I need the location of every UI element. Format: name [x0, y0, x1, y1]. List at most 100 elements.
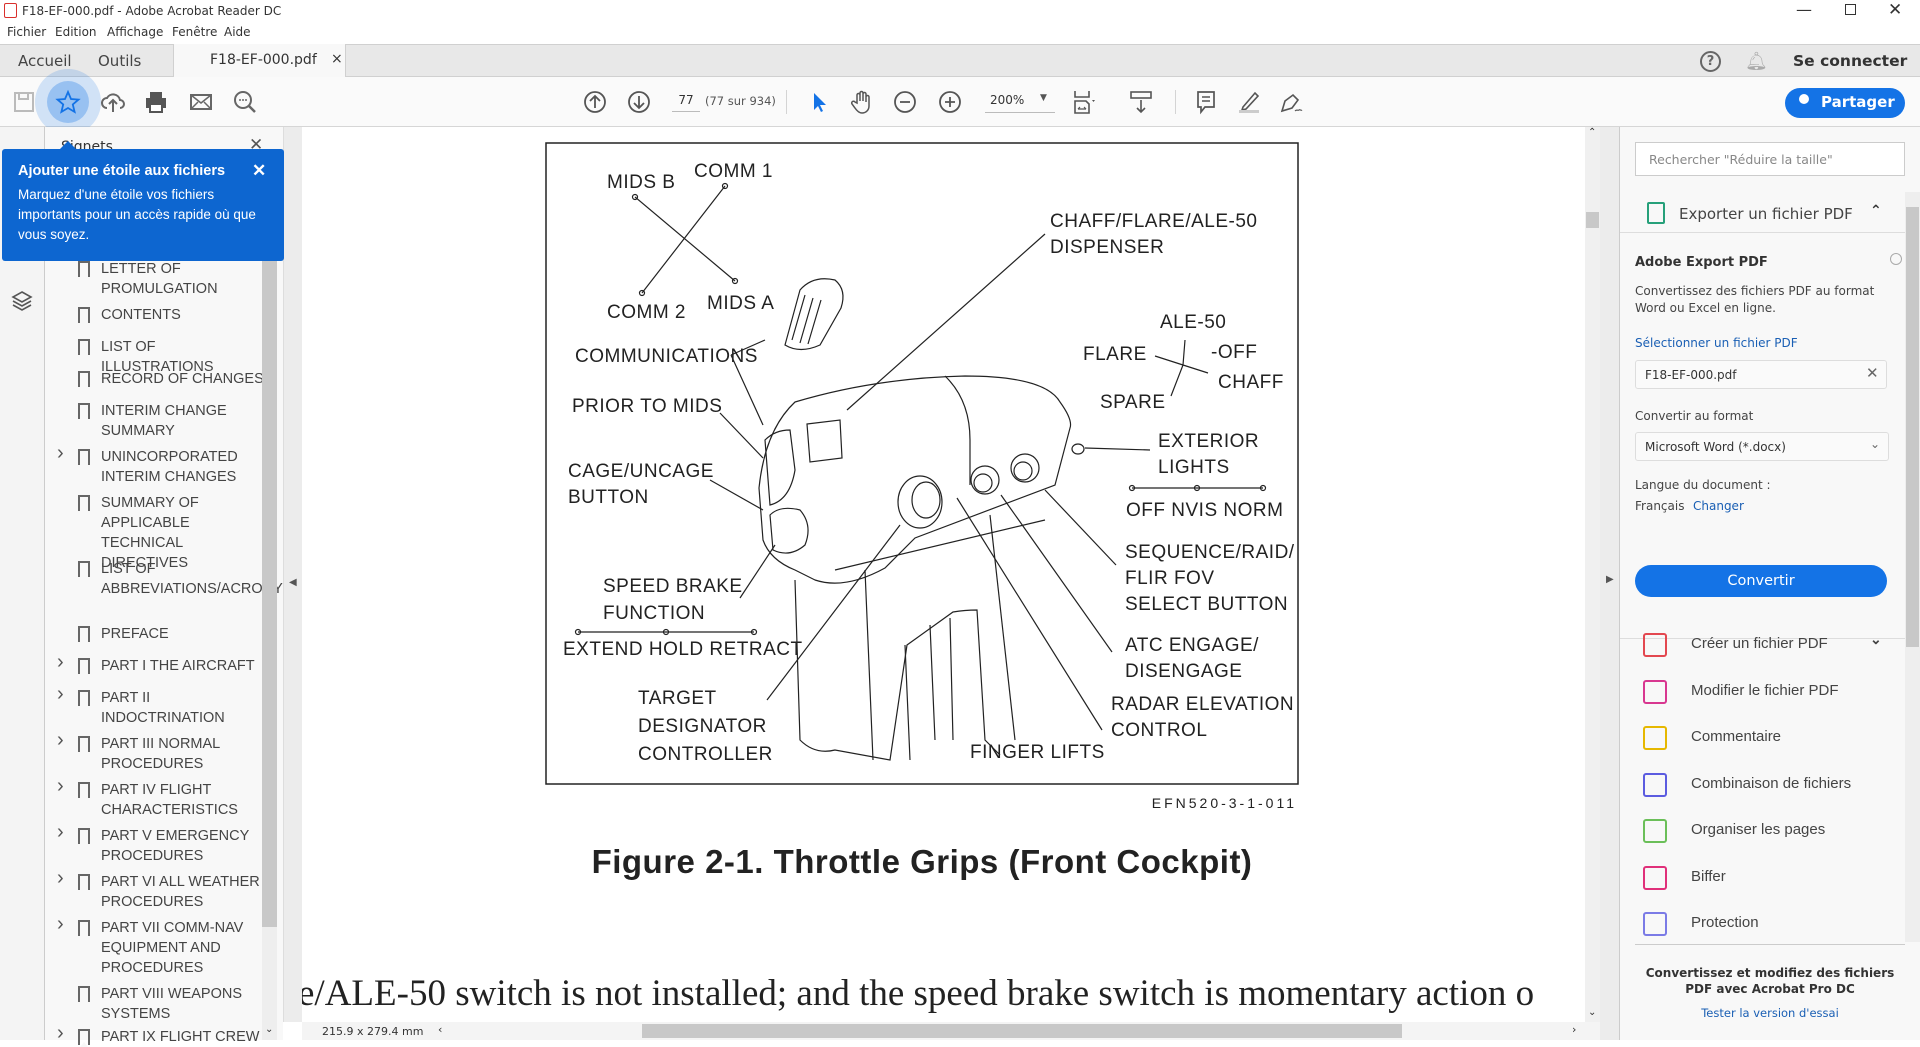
tab-tools[interactable]: Outils: [98, 52, 141, 70]
expand-chevron-icon[interactable]: ›: [57, 776, 64, 796]
hand-tool-icon[interactable]: [849, 89, 875, 115]
document-scroll-thumb[interactable]: [1586, 212, 1599, 228]
export-info-icon[interactable]: [1890, 253, 1902, 265]
tool-label: Combinaison de fichiers: [1691, 774, 1852, 792]
scroll-left-arrow[interactable]: ‹: [438, 1023, 442, 1036]
scroll-right-arrow[interactable]: ›: [1572, 1023, 1576, 1036]
clear-file-icon[interactable]: ✕: [1866, 364, 1879, 382]
tools-scrollbar[interactable]: [1905, 192, 1920, 942]
tool-item[interactable]: Organiser les pages: [1635, 813, 1905, 849]
export-title: Adobe Export PDF: [1635, 255, 1768, 270]
tab-home[interactable]: Accueil: [18, 52, 72, 70]
export-pdf-icon: [1647, 202, 1665, 224]
restore-button[interactable]: [1845, 4, 1856, 15]
fit-page-icon[interactable]: [1072, 89, 1098, 115]
selected-file-field[interactable]: F18-EF-000.pdf ✕: [1635, 360, 1887, 389]
chevron-down-icon[interactable]: ⌄: [1870, 631, 1882, 648]
tab-close-button[interactable]: ×: [331, 51, 343, 67]
horizontal-scroll-thumb[interactable]: [642, 1024, 1402, 1038]
tab-document[interactable]: F18-EF-000.pdf ×: [173, 44, 346, 78]
toolbar-separator: [786, 90, 787, 114]
scroll-mode-icon[interactable]: [1128, 89, 1154, 115]
bell-icon[interactable]: 🔔︎: [1745, 51, 1768, 72]
expand-chevron-icon[interactable]: ›: [57, 684, 64, 704]
sign-icon[interactable]: [1278, 89, 1304, 115]
select-cursor-icon[interactable]: [806, 89, 832, 115]
menu-fichier[interactable]: Fichier: [7, 25, 46, 39]
expand-chevron-icon[interactable]: ›: [57, 914, 64, 934]
expand-chevron-icon[interactable]: ›: [57, 730, 64, 750]
share-button[interactable]: Partager: [1785, 88, 1905, 118]
bookmark-icon: [78, 690, 90, 708]
zoom-out-icon[interactable]: [892, 89, 918, 115]
label-exterior: EXTERIOR: [1158, 431, 1259, 452]
upload-cloud-icon[interactable]: [100, 89, 126, 115]
bookmark-icon: [78, 307, 90, 325]
expand-right-arrow-icon[interactable]: ▶: [1606, 574, 1614, 585]
close-window-button[interactable]: ✕: [1888, 0, 1902, 20]
format-value: Microsoft Word (*.docx): [1645, 440, 1786, 454]
select-file-link[interactable]: Sélectionner un fichier PDF: [1635, 336, 1798, 350]
bookmark-icon: [78, 920, 90, 938]
previous-page-icon[interactable]: [582, 89, 608, 115]
tool-item[interactable]: Modifier le fichier PDF: [1635, 674, 1905, 710]
tool-item[interactable]: Protection: [1635, 906, 1905, 942]
tooltip-close-button[interactable]: ✕: [252, 161, 266, 181]
change-language-link[interactable]: Changer: [1693, 499, 1744, 513]
document-vertical-scrollbar[interactable]: ⌃ ⌄: [1585, 127, 1600, 1022]
window-title: F18-EF-000.pdf - Adobe Acrobat Reader DC: [22, 4, 282, 18]
scroll-down-arrow[interactable]: ⌄: [1588, 1007, 1596, 1018]
left-panel-collapse-strip[interactable]: ◀: [283, 127, 302, 1022]
page-number-input[interactable]: 77: [672, 93, 700, 112]
tools-scroll-thumb[interactable]: [1906, 207, 1919, 647]
expand-chevron-icon[interactable]: ›: [57, 822, 64, 842]
expand-chevron-icon[interactable]: ›: [57, 443, 64, 463]
label-chaff-dispenser: CHAFF/FLARE/ALE-50: [1050, 211, 1258, 232]
chevron-up-icon[interactable]: ⌃: [1870, 203, 1882, 219]
bookmark-icon: [78, 371, 90, 389]
scroll-up-arrow[interactable]: ⌃: [1588, 127, 1596, 138]
layers-icon[interactable]: [10, 289, 34, 317]
next-page-icon[interactable]: [626, 89, 652, 115]
tool-item[interactable]: Combinaison de fichiers: [1635, 767, 1905, 803]
tools-search-input[interactable]: Rechercher "Réduire la taille": [1635, 142, 1905, 176]
sign-in-link[interactable]: Se connecter: [1793, 52, 1907, 70]
menu-affichage[interactable]: Affichage: [107, 25, 163, 39]
document-view[interactable]: MIDS B COMM 1 COMM 2 MIDS A CHAFF/FLARE/…: [302, 127, 1585, 1022]
tool-icon: [1643, 912, 1667, 936]
bookmarks-scroll-thumb[interactable]: [262, 227, 277, 927]
menu-fenetre[interactable]: Fenêtre: [172, 25, 217, 39]
scroll-down-arrow[interactable]: ⌄: [265, 1024, 273, 1035]
export-pdf-header[interactable]: Exporter un fichier PDF ⌃: [1620, 195, 1905, 233]
bookmarks-scrollbar[interactable]: ⌄: [262, 227, 277, 1040]
expand-chevron-icon[interactable]: ›: [57, 868, 64, 888]
search-zoom-icon[interactable]: [232, 89, 258, 115]
print-icon[interactable]: [143, 89, 169, 115]
right-panel-collapse-strip[interactable]: ▶: [1600, 127, 1620, 1040]
highlight-pen-icon[interactable]: [1236, 89, 1262, 115]
tool-item[interactable]: Biffer: [1635, 860, 1905, 896]
collapse-left-arrow-icon[interactable]: ◀: [289, 577, 297, 588]
label-communications: COMMUNICATIONS: [575, 346, 758, 367]
menu-aide[interactable]: Aide: [224, 25, 251, 39]
expand-chevron-icon[interactable]: ›: [57, 652, 64, 672]
bookmark-icon: [78, 736, 90, 754]
star-icon[interactable]: [55, 89, 81, 115]
minimize-button[interactable]: —: [1796, 0, 1812, 19]
trial-link[interactable]: Tester la version d'essai: [1645, 1006, 1895, 1020]
language-value: Français: [1635, 499, 1685, 513]
zoom-in-icon[interactable]: [937, 89, 963, 115]
tool-label: Organiser les pages: [1691, 821, 1826, 838]
menu-edition[interactable]: Edition: [55, 25, 97, 39]
comment-icon[interactable]: [1193, 89, 1219, 115]
expand-chevron-icon[interactable]: ›: [57, 1023, 64, 1043]
help-icon[interactable]: ?: [1700, 51, 1721, 72]
email-icon[interactable]: [188, 89, 214, 115]
tool-item[interactable]: Commentaire: [1635, 720, 1905, 756]
tab-bar: Accueil Outils F18-EF-000.pdf × ? 🔔︎ Se …: [0, 44, 1920, 78]
zoom-select[interactable]: 200% ▼: [985, 91, 1055, 113]
save-icon[interactable]: [11, 89, 37, 115]
format-select[interactable]: Microsoft Word (*.docx) ⌄: [1635, 432, 1889, 461]
convert-button[interactable]: Convertir: [1635, 565, 1887, 597]
tool-item[interactable]: Créer un fichier PDF ⌄: [1635, 627, 1905, 663]
